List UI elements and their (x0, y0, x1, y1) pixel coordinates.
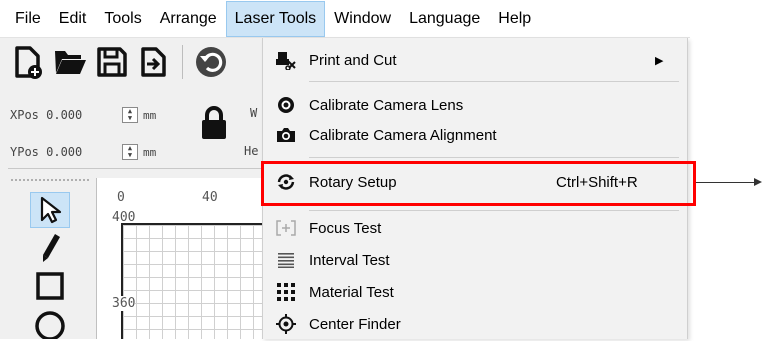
design-canvas[interactable]: 0 40 400 360 (96, 178, 265, 339)
app-workspace: XPos 0.000 ▲▼ mm YPos 0.000 ▲▼ mm W He (0, 38, 265, 339)
menu-item-focus-test[interactable]: Focus Test (263, 211, 687, 245)
menu-tools[interactable]: Tools (95, 1, 150, 37)
menu-item-label: Calibrate Camera Lens (309, 96, 464, 114)
material-test-icon (263, 283, 309, 301)
menu-item-label: Print and Cut (309, 51, 397, 69)
menu-item-material-test[interactable]: Material Test (263, 275, 687, 309)
panel-grip[interactable] (10, 178, 90, 182)
import-icon[interactable] (136, 42, 172, 82)
focus-test-icon (263, 220, 309, 236)
menu-separator (309, 81, 679, 82)
menu-item-calibrate-camera-lens[interactable]: Calibrate Camera Lens (263, 88, 687, 122)
xpos-unit: mm (143, 108, 157, 122)
ruler-tick-top: 40 (202, 190, 218, 205)
ypos-field[interactable]: YPos 0.000 (10, 145, 110, 159)
menu-item-calibrate-camera-alignment[interactable]: Calibrate Camera Alignment (263, 118, 687, 152)
menu-item-label: Interval Test (309, 251, 390, 269)
ruler-tick-left: 360 (112, 296, 136, 311)
menu-separator (309, 157, 679, 158)
menu-item-interval-test[interactable]: Interval Test (263, 243, 687, 277)
print-and-cut-icon (263, 50, 309, 70)
xpos-row: XPos 0.000 ▲ ▼ mm (10, 107, 156, 123)
lock-icon[interactable] (200, 106, 228, 145)
rectangle-icon[interactable] (30, 268, 70, 304)
menu-item-print-and-cut[interactable]: Print and Cut ▶ (263, 43, 687, 77)
select-arrow-icon[interactable] (30, 192, 70, 228)
ruler-tick-top: 0 (117, 190, 125, 205)
height-label: He (244, 144, 259, 158)
rotary-setup-highlight-box (261, 161, 696, 206)
xpos-field[interactable]: XPos 0.000 (10, 108, 110, 122)
annotation-arrow-head-icon (754, 178, 762, 186)
annotation-arrow-line (696, 182, 758, 183)
toolbar-separator (182, 45, 183, 79)
pencil-icon[interactable] (30, 230, 70, 266)
tools-panel (8, 178, 96, 339)
menu-help[interactable]: Help (489, 1, 540, 37)
ypos-unit: mm (143, 145, 157, 159)
menu-laser-tools[interactable]: Laser Tools (225, 0, 326, 37)
main-toolbar (10, 38, 229, 86)
canvas-grid (121, 223, 265, 339)
center-finder-icon (263, 314, 309, 334)
ypos-row: YPos 0.000 ▲ ▼ mm (10, 144, 156, 160)
panel-divider (8, 168, 265, 169)
menu-item-label: Calibrate Camera Alignment (309, 126, 497, 144)
submenu-arrow-icon: ▶ (655, 54, 664, 67)
interval-test-icon (263, 252, 309, 268)
ypos-spinner[interactable]: ▲ ▼ (122, 144, 138, 160)
new-file-icon[interactable] (10, 42, 46, 82)
camera-icon (263, 127, 309, 143)
menu-arrange[interactable]: Arrange (151, 1, 226, 37)
menu-window[interactable]: Window (325, 1, 400, 37)
menu-item-label: Center Finder (309, 315, 401, 333)
camera-lens-icon (263, 96, 309, 114)
menu-file[interactable]: File (6, 1, 50, 37)
menu-edit[interactable]: Edit (50, 1, 96, 37)
width-label: W (250, 106, 258, 120)
undo-icon[interactable] (193, 42, 229, 82)
ellipse-icon[interactable] (30, 306, 70, 339)
menu-item-center-finder[interactable]: Center Finder (263, 307, 687, 341)
menu-language[interactable]: Language (400, 1, 489, 37)
menu-item-label: Focus Test (309, 219, 382, 237)
xpos-spinner[interactable]: ▲ ▼ (122, 107, 138, 123)
open-folder-icon[interactable] (52, 42, 88, 82)
menu-item-label: Material Test (309, 283, 394, 301)
save-icon[interactable] (94, 42, 130, 82)
menu-bar: File Edit Tools Arrange Laser Tools Wind… (0, 0, 690, 38)
